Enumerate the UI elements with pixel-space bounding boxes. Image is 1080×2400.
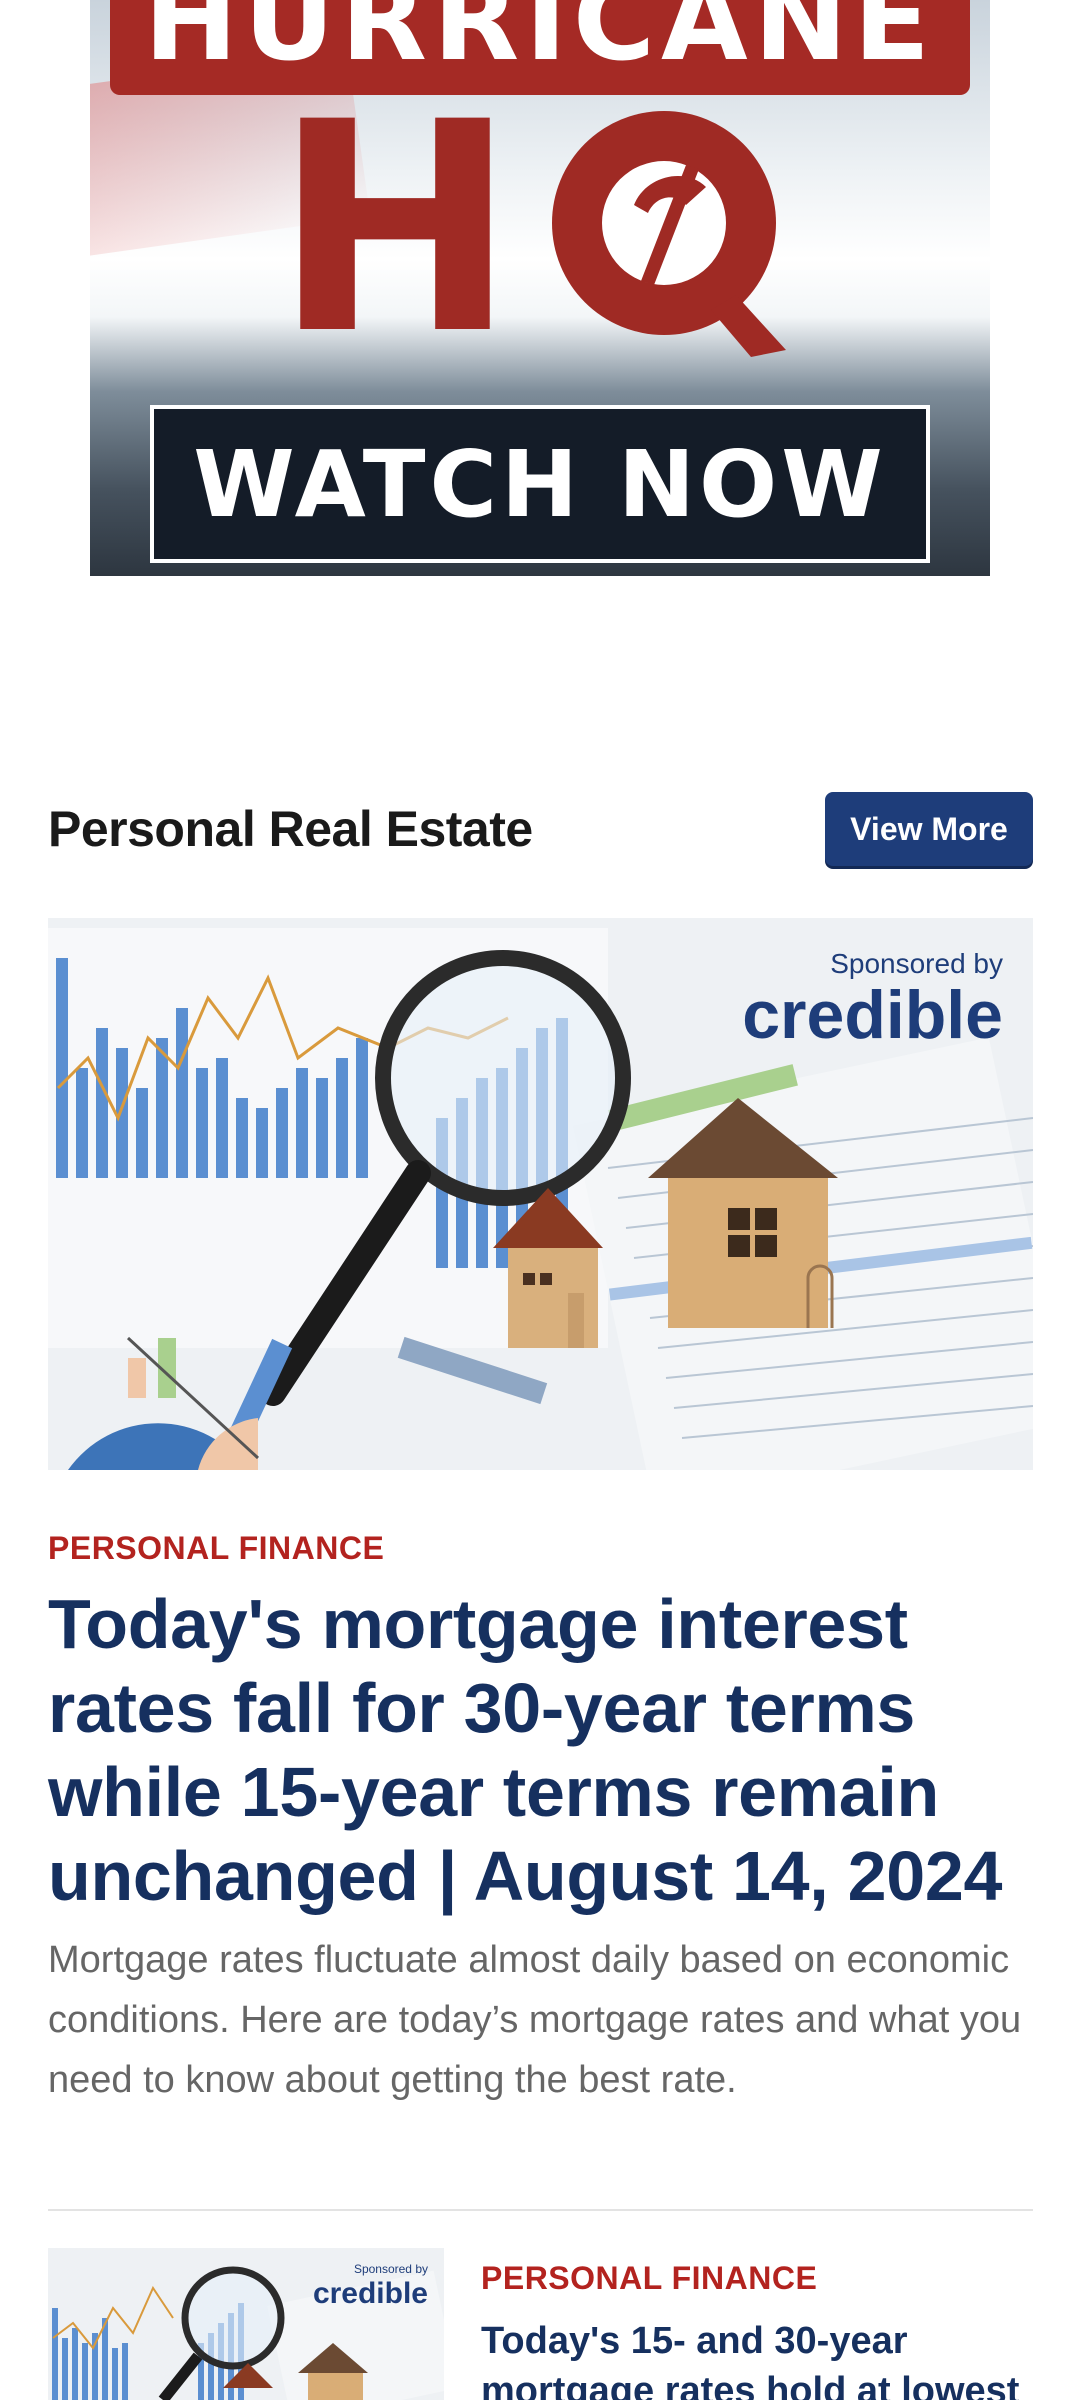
hero-sponsor-brand: credible	[742, 977, 1003, 1053]
article-divider	[48, 2209, 1033, 2211]
view-more-button[interactable]: View More	[825, 792, 1033, 866]
mortgage-chart-illustration: Sponsored by credible	[48, 918, 1033, 1470]
ad-hq-logo: H	[90, 85, 990, 375]
ad-watch-now-button[interactable]: WATCH NOW	[150, 405, 930, 563]
hurricane-hq-ad-banner[interactable]: HURRICANE H WATCH NOW	[90, 0, 990, 576]
article-summary: Mortgage rates fluctuate almost daily ba…	[48, 1939, 1022, 2101]
next-article-thumbnail[interactable]: Sponsored by credible	[48, 2248, 444, 2400]
ad-hq-letter-h: H	[273, 61, 517, 398]
article-headline-link[interactable]: Today's mortgage interest rates fall for…	[48, 1582, 1038, 1918]
article-hero-image[interactable]: Sponsored by credible	[48, 918, 1033, 1470]
ad-cta-label: WATCH NOW	[193, 430, 887, 538]
article-category[interactable]: PERSONAL FINANCE	[48, 1530, 384, 1567]
hurricane-symbol-icon	[552, 111, 787, 357]
mortgage-chart-thumbnail: Sponsored by credible	[48, 2248, 444, 2400]
ad-top-text: HURRICANE	[144, 0, 936, 86]
next-article-category[interactable]: PERSONAL FINANCE	[481, 2260, 817, 2297]
section-title: Personal Real Estate	[48, 801, 533, 857]
thumb-sponsor-line: Sponsored by	[354, 2262, 428, 2276]
next-article-headline-link[interactable]: Today's 15- and 30-year mortgage rates h…	[481, 2316, 1041, 2400]
ad-top-bar: HURRICANE	[110, 0, 970, 95]
thumb-sponsor-brand: credible	[313, 2277, 428, 2310]
section-header: Personal Real Estate View More	[48, 790, 1033, 868]
hero-sponsor-line: Sponsored by	[830, 948, 1003, 979]
